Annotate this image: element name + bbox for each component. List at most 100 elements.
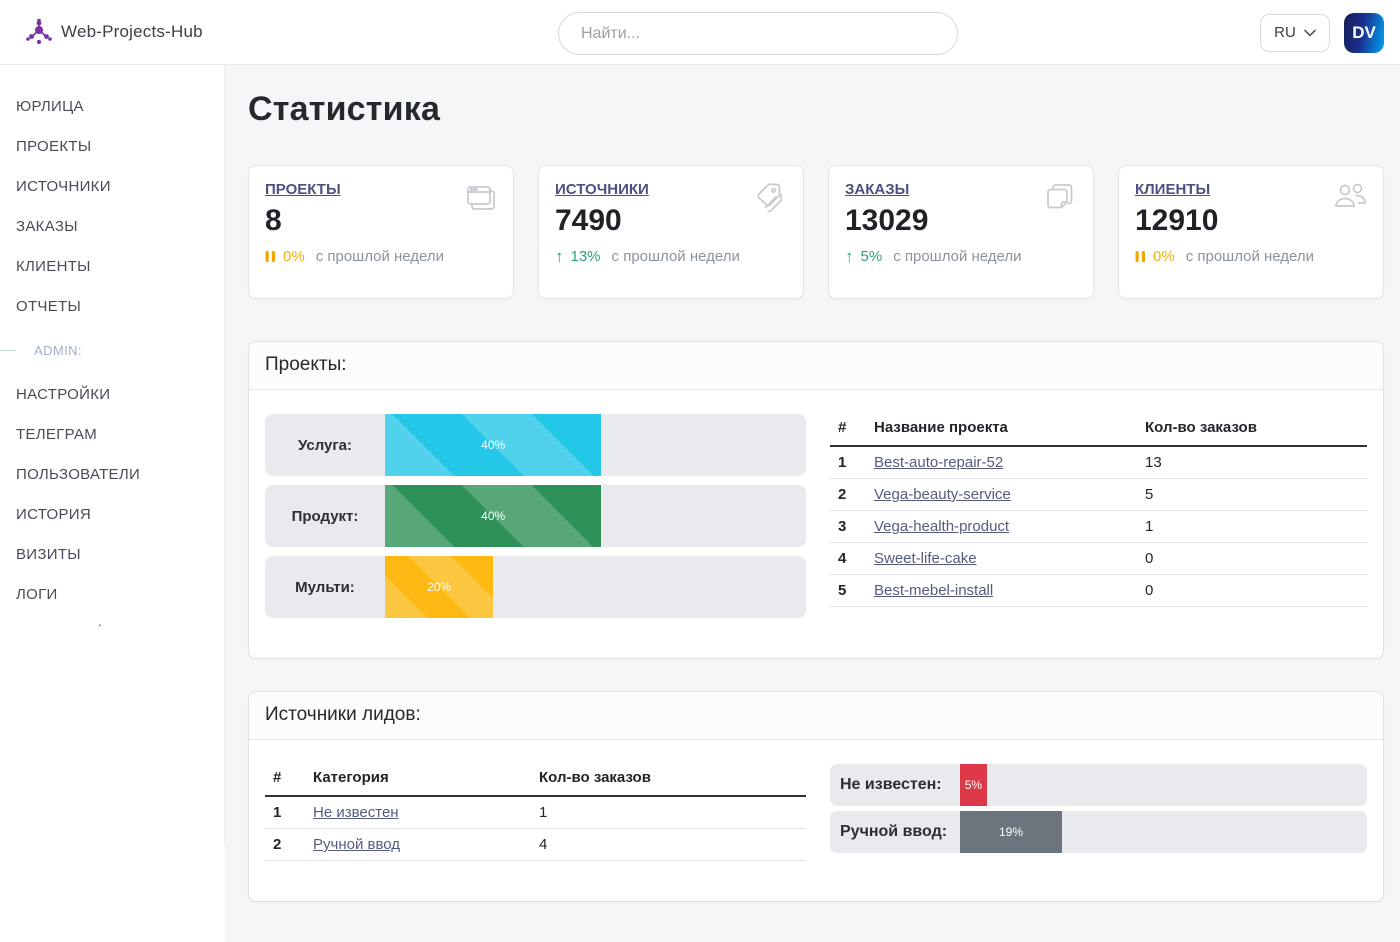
lead-sources-bars-chart: Не известен:5% Ручной ввод:19%: [830, 764, 1367, 861]
table-row: 2 Ручной ввод 4: [265, 829, 806, 861]
row-number: 5: [830, 575, 866, 607]
trend-up-icon: ↑: [845, 248, 854, 265]
row-link[interactable]: Best-auto-repair-52: [874, 454, 1003, 471]
lead-sources-panel: Источники лидов: #КатегорияКол-во заказо…: [248, 691, 1384, 902]
row-name-cell: Vega-health-product: [866, 511, 1137, 543]
row-name-cell: Vega-beauty-service: [866, 479, 1137, 511]
browser-window-icon: [463, 180, 499, 221]
bar-value-label: 19%: [999, 825, 1023, 839]
table-row: 1 Best-auto-repair-52 13: [830, 446, 1367, 479]
stat-card-delta-value: 5%: [861, 248, 883, 265]
bar-value-label: 20%: [427, 580, 451, 594]
tag-icon: [753, 180, 789, 221]
table-header-1: Название проекта: [866, 414, 1137, 446]
main-content: Статистика ПРОЕКТЫ80%с прошлой неделиИСТ…: [225, 65, 1400, 942]
sidebar-item-юрлица[interactable]: ЮРЛИЦА: [0, 86, 224, 126]
sidebar-item-источники[interactable]: ИСТОЧНИКИ: [0, 166, 224, 206]
stat-card-delta-note: с прошлой недели: [893, 248, 1021, 265]
brand[interactable]: Web-Projects-Hub: [26, 19, 203, 45]
row-link[interactable]: Vega-health-product: [874, 518, 1009, 535]
language-selector[interactable]: RU: [1260, 14, 1330, 52]
sidebar-item-визиты[interactable]: ВИЗИТЫ: [0, 534, 224, 574]
bar-fill: 19%: [960, 811, 1062, 853]
stat-card-link[interactable]: КЛИЕНТЫ: [1135, 181, 1210, 198]
sidebar-main-nav: ЮРЛИЦАПРОЕКТЫИСТОЧНИКИЗАКАЗЫКЛИЕНТЫОТЧЕТ…: [0, 86, 224, 326]
sidebar-item-телеграм[interactable]: ТЕЛЕГРАМ: [0, 414, 224, 454]
brand-title: Web-Projects-Hub: [61, 22, 203, 42]
row-link[interactable]: Vega-beauty-service: [874, 486, 1011, 503]
row-number: 4: [830, 543, 866, 575]
row-number: 2: [265, 829, 305, 861]
table-header-0: #: [265, 764, 305, 796]
table-row: 2 Vega-beauty-service 5: [830, 479, 1367, 511]
page-title: Статистика: [248, 90, 1384, 129]
top-header: Web-Projects-Hub RU DV: [0, 0, 1400, 65]
chevron-down-icon: [1304, 29, 1316, 37]
row-orders: 5: [1137, 479, 1367, 511]
search-input[interactable]: [558, 12, 958, 55]
row-link[interactable]: Не известен: [313, 804, 399, 821]
stat-card-link[interactable]: ПРОЕКТЫ: [265, 181, 341, 198]
row-number: 2: [830, 479, 866, 511]
row-orders: 13: [1137, 446, 1367, 479]
bar-label: Продукт:: [265, 485, 385, 547]
stat-card-delta: ↑ 13% с прошлой недели: [555, 248, 787, 265]
row-name-cell: Не известен: [305, 796, 531, 829]
bar-row: Услуга:40%: [265, 414, 806, 476]
bar-row: Не известен:5%: [830, 764, 1367, 806]
sidebar-item-заказы[interactable]: ЗАКАЗЫ: [0, 206, 224, 246]
trend-flat-icon: [1135, 250, 1146, 263]
lead-sources-panel-title: Источники лидов:: [249, 692, 1383, 740]
lead-sources-table: #КатегорияКол-во заказов 1Не известен12Р…: [265, 764, 806, 861]
sidebar-item-отчеты[interactable]: ОТЧЕТЫ: [0, 286, 224, 326]
row-orders: 4: [531, 829, 806, 861]
stat-card-delta-value: 0%: [283, 248, 305, 265]
stat-card-link[interactable]: ЗАКАЗЫ: [845, 181, 909, 198]
bar-label: Услуга:: [265, 414, 385, 476]
sidebar-item-клиенты[interactable]: КЛИЕНТЫ: [0, 246, 224, 286]
projects-panel-title: Проекты:: [249, 342, 1383, 390]
stat-card-delta-note: с прошлой недели: [612, 248, 740, 265]
bar-row: Продукт:40%: [265, 485, 806, 547]
avatar[interactable]: DV: [1344, 13, 1384, 53]
sidebar-item-настройки[interactable]: НАСТРОЙКИ: [0, 374, 224, 414]
people-icon: [1331, 180, 1369, 219]
brand-logo-icon: [26, 19, 52, 45]
table-row: 1Не известен1: [265, 796, 806, 829]
sidebar-item-история[interactable]: ИСТОРИЯ: [0, 494, 224, 534]
stat-cards-row: ПРОЕКТЫ80%с прошлой неделиИСТОЧНИКИ7490↑…: [248, 165, 1384, 299]
pages-icon: [1043, 180, 1079, 221]
sidebar-item-проекты[interactable]: ПРОЕКТЫ: [0, 126, 224, 166]
language-value: RU: [1274, 24, 1296, 41]
row-orders: 0: [1137, 575, 1367, 607]
row-name-cell: Best-mebel-install: [866, 575, 1137, 607]
sidebar-item-логи[interactable]: ЛОГИ: [0, 574, 224, 614]
row-link[interactable]: Sweet-life-cake: [874, 550, 977, 567]
trend-flat-icon: [265, 250, 276, 263]
bar-label: Не известен:: [830, 764, 960, 806]
bar-row: Ручной ввод:19%: [830, 811, 1367, 853]
stat-card-delta: ↑ 5% с прошлой недели: [845, 248, 1077, 265]
bar-fill: 40%: [385, 485, 601, 547]
stat-card-заказы: ЗАКАЗЫ13029↑5%с прошлой недели: [828, 165, 1094, 299]
projects-table: #Название проектаКол-во заказов 1Best-au…: [830, 414, 1367, 607]
row-name-cell: Best-auto-repair-52: [866, 446, 1137, 479]
row-number: 3: [830, 511, 866, 543]
table-header-2: Кол-во заказов: [531, 764, 806, 796]
row-orders: 1: [1137, 511, 1367, 543]
sidebar-section-label: ADMIN:: [0, 340, 224, 360]
sidebar-item-пользователи[interactable]: ПОЛЬЗОВАТЕЛИ: [0, 454, 224, 494]
row-number: 1: [830, 446, 866, 479]
row-link[interactable]: Ручной ввод: [313, 836, 400, 853]
table-row: 5 Best-mebel-install 0: [830, 575, 1367, 607]
row-link[interactable]: Best-mebel-install: [874, 582, 993, 599]
stat-card-delta-note: с прошлой недели: [1186, 248, 1314, 265]
table-header-1: Категория: [305, 764, 531, 796]
stat-card-delta-value: 13%: [571, 248, 601, 265]
stat-card-link[interactable]: ИСТОЧНИКИ: [555, 181, 649, 198]
stat-card-источники: ИСТОЧНИКИ7490↑13%с прошлой недели: [538, 165, 804, 299]
trend-up-icon: ↑: [555, 248, 564, 265]
table-row: 4Sweet-life-cake0: [830, 543, 1367, 575]
table-header-0: #: [830, 414, 866, 446]
table-row: 3 Vega-health-product 1: [830, 511, 1367, 543]
